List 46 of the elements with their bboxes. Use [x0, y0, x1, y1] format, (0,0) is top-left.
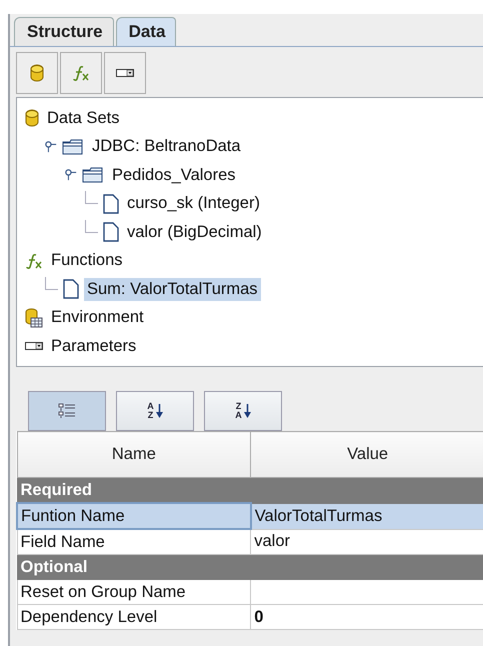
descending-sort-button[interactable]: Z A — [204, 391, 282, 431]
column-header[interactable]: Value — [250, 432, 483, 478]
down-arrow-icon — [244, 403, 251, 419]
property-name[interactable]: Reset on Group Name — [17, 580, 251, 604]
function-icon — [72, 65, 90, 81]
ascending-sort-button[interactable]: A Z — [116, 391, 194, 431]
categorized-sort-button[interactable] — [28, 391, 106, 431]
parameter-icon — [116, 68, 134, 78]
parameter-button[interactable] — [104, 52, 146, 94]
file-icon — [103, 222, 119, 242]
tab[interactable]: Data — [116, 17, 176, 46]
sort-letter: Z — [148, 411, 154, 420]
database-icon — [25, 109, 39, 128]
column-header[interactable]: Name — [17, 432, 251, 478]
tree-item[interactable]: Functions — [48, 249, 126, 272]
database-icon — [30, 64, 44, 82]
function-button[interactable] — [60, 52, 102, 94]
down-arrow-icon — [156, 403, 163, 419]
tree-item[interactable]: Parameters — [48, 334, 140, 358]
collapse-handle[interactable] — [65, 169, 77, 182]
environment-icon — [25, 308, 43, 328]
tree-item[interactable]: Environment — [48, 306, 147, 330]
folder-icon — [62, 138, 84, 155]
categorized-icon — [58, 403, 76, 419]
function-icon — [25, 252, 43, 269]
tree-item[interactable]: valor (BigDecimal) — [124, 220, 265, 244]
property-name[interactable]: Funtion Name — [17, 503, 251, 529]
tab[interactable]: Structure — [14, 17, 114, 46]
database-button[interactable] — [16, 52, 58, 94]
tree-item[interactable]: Sum: ValorTotalTurmas — [84, 278, 261, 301]
folder-icon — [82, 167, 104, 184]
sort-letter: Z — [236, 402, 242, 411]
tree-item[interactable]: Data Sets — [44, 106, 122, 130]
sort-letter: A — [147, 402, 154, 411]
parameter-icon — [25, 341, 43, 352]
file-icon — [63, 279, 79, 300]
property-value[interactable]: ValorTotalTurmas — [250, 503, 483, 529]
sort-letter: A — [235, 411, 242, 420]
category-cell: Required — [17, 478, 251, 503]
category-cell: Optional — [17, 554, 251, 580]
tree-item[interactable]: curso_sk (Integer) — [124, 192, 263, 216]
tree-item[interactable]: JDBC: BeltranoData — [89, 135, 244, 158]
file-icon — [103, 194, 119, 214]
tree-item[interactable]: Pedidos_Valores — [109, 164, 239, 187]
property-name[interactable]: Dependency Level — [17, 604, 251, 630]
collapse-handle[interactable] — [45, 140, 57, 153]
